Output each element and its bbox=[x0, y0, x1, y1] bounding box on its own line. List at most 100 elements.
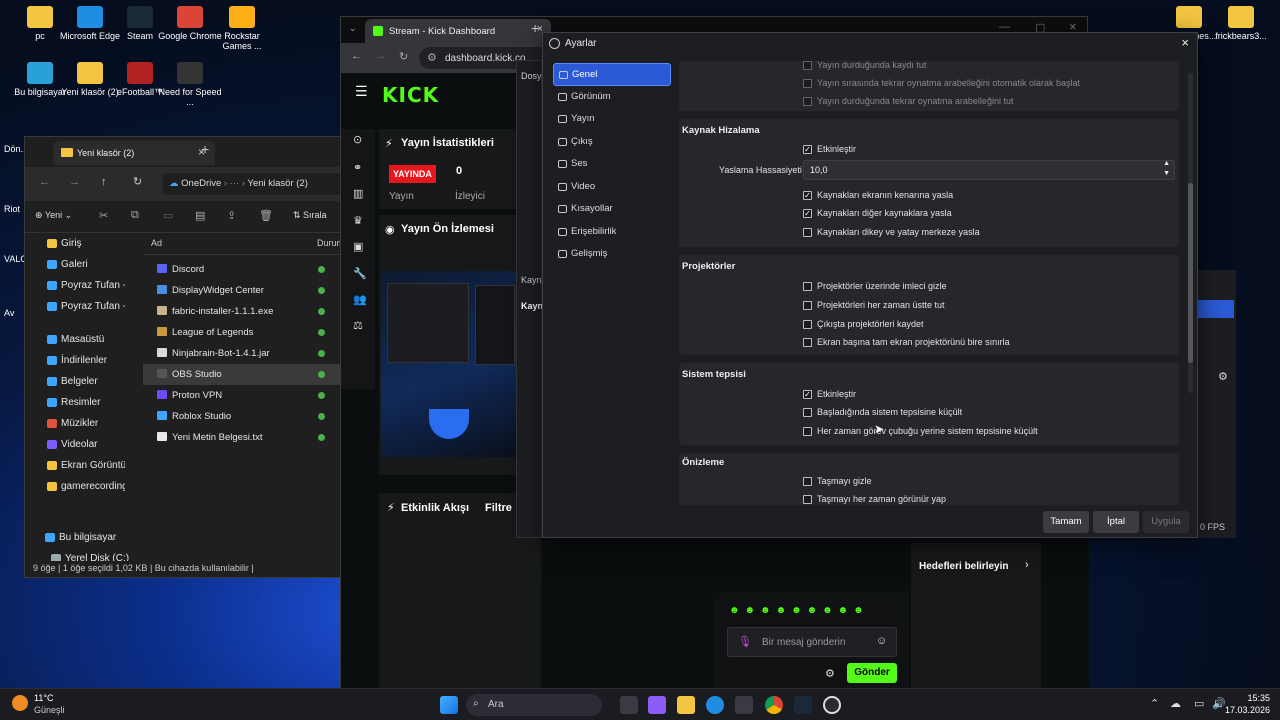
breadcrumb-folder[interactable]: Yeni klasör (2) bbox=[247, 178, 307, 189]
explorer-tab[interactable]: Yeni klasör (2) × bbox=[53, 141, 215, 165]
checkbox-box[interactable] bbox=[803, 282, 812, 291]
sidebar-item[interactable]: Galeri bbox=[25, 254, 125, 275]
new-button[interactable]: ⊕ Yeni ⌄ bbox=[35, 210, 72, 221]
desktop-icon[interactable]: Need for Speed ... bbox=[158, 62, 222, 107]
sidebar-item[interactable]: İndirilenler bbox=[25, 350, 125, 371]
chrome-taskbar-icon[interactable] bbox=[765, 696, 783, 714]
cancel-button[interactable]: İptal bbox=[1093, 511, 1139, 533]
analytics-icon[interactable]: ▥ bbox=[353, 187, 363, 200]
checkbox-save-on-exit[interactable]: Çıkışta projektörleri kaydet bbox=[803, 318, 924, 332]
checkbox-box[interactable]: ✓ bbox=[803, 209, 812, 218]
trophy-icon[interactable]: ♛ bbox=[353, 214, 363, 227]
sidebar-item[interactable]: gamerecordings bbox=[25, 476, 125, 497]
file-row[interactable]: Yeni Metin Belgesi.txt bbox=[143, 427, 343, 448]
breadcrumb[interactable]: ☁ OneDrive › ··· › Yeni klasör (2) bbox=[163, 173, 341, 195]
sidebar-item[interactable]: Videolar bbox=[25, 434, 125, 455]
sidebar-item[interactable]: Ekran Görüntüle bbox=[25, 455, 125, 476]
nav-item[interactable]: Kısayollar bbox=[553, 198, 671, 221]
file-row[interactable]: Ninjabrain-Bot-1.4.1.jar bbox=[143, 343, 343, 364]
back-icon[interactable]: ← bbox=[39, 176, 50, 188]
checkbox-hide-cursor[interactable]: Projektörler üzerinde imleci gizle bbox=[803, 280, 947, 294]
column-name[interactable]: Ad bbox=[151, 238, 162, 248]
file-row[interactable]: Proton VPN bbox=[143, 385, 343, 406]
checkbox-box[interactable]: ✓ bbox=[803, 145, 812, 154]
new-tab-icon[interactable]: + bbox=[201, 141, 209, 157]
steam-taskbar-icon[interactable] bbox=[794, 696, 812, 714]
cloud-tray-icon[interactable]: ☁ bbox=[1170, 697, 1181, 710]
checkbox-overflow-visible[interactable]: Taşmayı her zaman görünür yap bbox=[803, 493, 946, 505]
sidebar-item[interactable]: Masaüstü bbox=[25, 329, 125, 350]
checkbox-replay-stop[interactable]: Yayın durduğunda tekrar oynatma arabelle… bbox=[803, 95, 1013, 109]
sort-button[interactable]: ⇅ Sırala bbox=[293, 210, 327, 221]
filter-button[interactable]: Filtre bbox=[485, 502, 512, 514]
checkbox-limit-one[interactable]: Ekran başına tam ekran projektörünü bire… bbox=[803, 336, 1010, 350]
sensitivity-spinbox[interactable]: 10,0 ▲ ▼ bbox=[803, 160, 1175, 180]
nav-item[interactable]: Genel bbox=[553, 63, 671, 86]
kick-logo[interactable]: KICK bbox=[382, 83, 439, 107]
nav-item[interactable]: Erişebilirlik bbox=[553, 221, 671, 244]
edge-taskbar-icon[interactable] bbox=[706, 696, 724, 714]
checkbox-box[interactable] bbox=[803, 408, 812, 417]
forward-icon[interactable]: → bbox=[69, 176, 80, 188]
checkbox-box[interactable] bbox=[803, 495, 812, 504]
checkbox-box[interactable]: ✓ bbox=[803, 191, 812, 200]
checkbox-snap-center[interactable]: Kaynakları dikey ve yatay merkeze yasla bbox=[803, 226, 980, 240]
sidebar-item[interactable]: Poyraz Tufan - K bbox=[25, 296, 125, 317]
copy-icon[interactable]: ⧉ bbox=[131, 209, 139, 222]
breadcrumb-onedrive[interactable]: OneDrive bbox=[181, 178, 221, 189]
reload-icon[interactable]: ↻ bbox=[399, 50, 408, 63]
file-row[interactable]: DisplayWidget Center bbox=[143, 280, 343, 301]
chat-settings-icon[interactable]: ⚙ bbox=[825, 667, 835, 680]
checkbox-box[interactable] bbox=[803, 477, 812, 486]
clock-time[interactable]: 15:35 bbox=[1220, 693, 1270, 703]
dock-settings-icon[interactable]: ⚙ bbox=[1218, 370, 1228, 383]
forward-icon[interactable]: → bbox=[375, 50, 386, 62]
weather-widget[interactable]: 11°C Güneşli bbox=[12, 693, 82, 717]
checkbox-snap-screen-edge[interactable]: ✓ Kaynakları ekranın kenarına yasla bbox=[803, 189, 953, 203]
sidebar-item[interactable]: Belgeler bbox=[25, 371, 125, 392]
checkbox-box[interactable] bbox=[803, 61, 812, 70]
site-info-icon[interactable]: ⚙ bbox=[427, 51, 437, 64]
task-view-icon[interactable] bbox=[620, 696, 638, 714]
desktop-icon[interactable]: frickbears3... bbox=[1210, 6, 1272, 41]
share-icon[interactable]: ⇪ bbox=[227, 209, 236, 222]
checkbox-box[interactable] bbox=[803, 79, 812, 88]
checkbox-box[interactable] bbox=[803, 427, 812, 436]
checkbox-stop-record[interactable]: Yayın durduğunda kaydı tut bbox=[803, 61, 926, 73]
emoji-icon[interactable]: ☺ bbox=[876, 635, 887, 647]
checkbox-snapping-enable[interactable]: ✓ Etkinleştir bbox=[803, 143, 856, 157]
store-taskbar-icon[interactable] bbox=[735, 696, 753, 714]
chevron-right-icon[interactable]: › bbox=[1025, 559, 1029, 571]
checkbox-replay-while[interactable]: Yayın sırasında tekrar oynatma arabelleğ… bbox=[803, 77, 1080, 91]
spin-up-icon[interactable]: ▲ bbox=[1163, 160, 1170, 167]
network-icon[interactable]: ▭ bbox=[1194, 697, 1204, 710]
nav-item[interactable]: Gelişmiş bbox=[553, 243, 671, 266]
nav-item[interactable]: Görünüm bbox=[553, 86, 671, 109]
checkbox-box[interactable] bbox=[803, 301, 812, 310]
checkbox-snap-other-sources[interactable]: ✓ Kaynakları diğer kaynaklara yasla bbox=[803, 207, 952, 221]
tray-chevron-icon[interactable]: ⌃ bbox=[1150, 697, 1159, 710]
broadcast-icon[interactable]: ⊙ bbox=[353, 133, 362, 146]
link-icon[interactable]: ⚭ bbox=[353, 161, 362, 174]
file-row[interactable]: League of Legends bbox=[143, 322, 343, 343]
checkbox-box[interactable] bbox=[803, 320, 812, 329]
sidebar-item[interactable]: Resimler bbox=[25, 392, 125, 413]
rename-icon[interactable]: ▤ bbox=[195, 209, 205, 222]
checkbox-box[interactable] bbox=[803, 338, 812, 347]
checkbox-always-minimize[interactable]: Her zaman görev çubuğu yerine sistem tep… bbox=[803, 425, 1038, 439]
refresh-icon[interactable]: ↻ bbox=[133, 175, 142, 188]
nav-item[interactable]: Ses bbox=[553, 153, 671, 176]
file-row[interactable]: fabric-installer-1.1.1.exe bbox=[143, 301, 343, 322]
ok-button[interactable]: Tamam bbox=[1043, 511, 1089, 533]
obs-taskbar-icon[interactable] bbox=[823, 696, 841, 714]
sidebar-item[interactable]: Giriş bbox=[25, 233, 125, 254]
sidebar-item-this-pc[interactable]: Bu bilgisayar bbox=[25, 527, 341, 548]
hamburger-icon[interactable]: ☰ bbox=[355, 83, 368, 100]
spin-down-icon[interactable]: ▼ bbox=[1163, 170, 1170, 177]
tab-kick-dashboard[interactable]: Stream - Kick Dashboard × bbox=[365, 19, 551, 43]
new-tab-icon[interactable]: + bbox=[531, 20, 539, 36]
checkbox-box[interactable] bbox=[803, 228, 812, 237]
nav-item[interactable]: Yayın bbox=[553, 108, 671, 131]
mic-icon[interactable]: 🎙 bbox=[738, 635, 752, 648]
apply-button[interactable]: Uygula bbox=[1143, 511, 1189, 533]
